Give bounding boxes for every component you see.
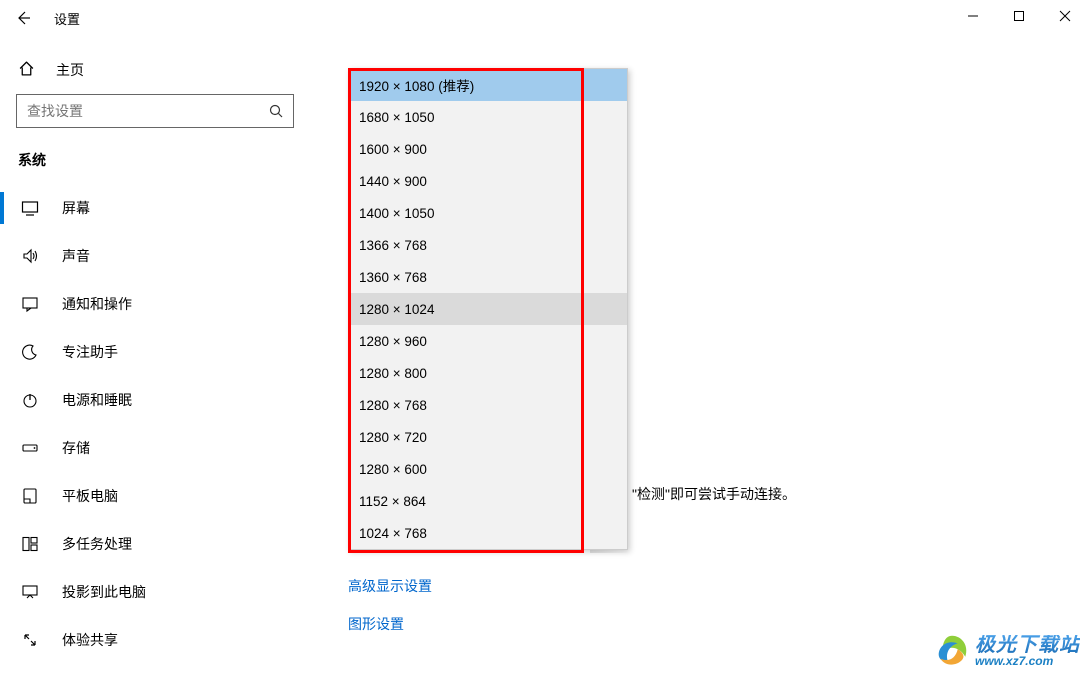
home-button[interactable]: 主页 xyxy=(0,50,310,90)
multitasking-icon xyxy=(20,534,40,554)
resolution-option[interactable]: 1440 × 900 xyxy=(349,165,627,197)
resolution-option[interactable]: 1680 × 1050 xyxy=(349,101,627,133)
back-button[interactable] xyxy=(0,0,46,36)
titlebar: 设置 xyxy=(0,0,1088,36)
minimize-button[interactable] xyxy=(950,0,996,32)
resolution-option[interactable]: 1366 × 768 xyxy=(349,229,627,261)
sidebar-item-shared-experiences[interactable]: 体验共享 xyxy=(0,616,310,664)
storage-icon xyxy=(20,438,40,458)
resolution-option[interactable]: 1920 × 1080 (推荐) xyxy=(349,69,627,101)
sidebar-item-label: 屏幕 xyxy=(62,198,90,218)
minimize-icon xyxy=(967,10,979,22)
sidebar-item-label: 平板电脑 xyxy=(62,486,118,506)
projecting-icon xyxy=(20,582,40,602)
sidebar-item-projecting[interactable]: 投影到此电脑 xyxy=(0,568,310,616)
sidebar-item-tablet[interactable]: 平板电脑 xyxy=(0,472,310,520)
resolution-option[interactable]: 1280 × 1024 xyxy=(349,293,627,325)
share-icon xyxy=(20,630,40,650)
resolution-option[interactable]: 1360 × 768 xyxy=(349,261,627,293)
moon-icon xyxy=(20,342,40,362)
home-label: 主页 xyxy=(56,60,84,80)
window-title: 设置 xyxy=(54,9,80,28)
graphics-settings-link[interactable]: 图形设置 xyxy=(348,614,432,634)
resolution-option[interactable]: 1280 × 768 xyxy=(349,389,627,421)
resolution-option[interactable]: 1024 × 768 xyxy=(349,517,627,549)
tablet-icon xyxy=(20,486,40,506)
sound-icon xyxy=(20,246,40,266)
sidebar-item-sound[interactable]: 声音 xyxy=(0,232,310,280)
sidebar-item-label: 通知和操作 xyxy=(62,294,132,314)
sidebar-item-label: 体验共享 xyxy=(62,630,118,650)
resolution-option[interactable]: 1280 × 720 xyxy=(349,421,627,453)
search-input[interactable] xyxy=(17,103,259,119)
window-controls xyxy=(950,0,1088,32)
sidebar-item-storage[interactable]: 存储 xyxy=(0,424,310,472)
detect-hint-text: "检测"即可尝试手动连接。 xyxy=(632,484,796,504)
search-icon xyxy=(268,103,284,119)
search-button[interactable] xyxy=(259,95,293,127)
sidebar-item-label: 投影到此电脑 xyxy=(62,582,146,602)
close-icon xyxy=(1059,10,1071,22)
sidebar-item-label: 声音 xyxy=(62,246,90,266)
notifications-icon xyxy=(20,294,40,314)
maximize-button[interactable] xyxy=(996,0,1042,32)
sidebar-item-label: 存储 xyxy=(62,438,90,458)
sidebar-item-label: 多任务处理 xyxy=(62,534,132,554)
resolution-option[interactable]: 1280 × 600 xyxy=(349,453,627,485)
maximize-icon xyxy=(1013,10,1025,22)
sidebar-item-notifications[interactable]: 通知和操作 xyxy=(0,280,310,328)
sidebar-item-power-sleep[interactable]: 电源和睡眠 xyxy=(0,376,310,424)
advanced-display-link[interactable]: 高级显示设置 xyxy=(348,576,432,596)
display-icon xyxy=(20,198,40,218)
resolution-dropdown[interactable]: 1920 × 1080 (推荐) 1680 × 1050 1600 × 900 … xyxy=(348,68,628,550)
resolution-option[interactable]: 1600 × 900 xyxy=(349,133,627,165)
sidebar-item-focus-assist[interactable]: 专注助手 xyxy=(0,328,310,376)
power-icon xyxy=(20,390,40,410)
sidebar-section-label: 系统 xyxy=(0,144,310,184)
close-button[interactable] xyxy=(1042,0,1088,32)
search-box[interactable] xyxy=(16,94,294,128)
sidebar-item-multitasking[interactable]: 多任务处理 xyxy=(0,520,310,568)
arrow-left-icon xyxy=(15,10,31,26)
sidebar-item-label: 专注助手 xyxy=(62,342,118,362)
resolution-option[interactable]: 1400 × 1050 xyxy=(349,197,627,229)
resolution-option[interactable]: 1280 × 960 xyxy=(349,325,627,357)
resolution-option[interactable]: 1280 × 800 xyxy=(349,357,627,389)
resolution-option[interactable]: 1152 × 864 xyxy=(349,485,627,517)
sidebar: 主页 系统 屏幕 声音 通知和操作 专注助手 xyxy=(0,50,310,674)
sidebar-item-display[interactable]: 屏幕 xyxy=(0,184,310,232)
home-icon xyxy=(16,60,36,81)
sidebar-item-label: 电源和睡眠 xyxy=(62,390,132,410)
